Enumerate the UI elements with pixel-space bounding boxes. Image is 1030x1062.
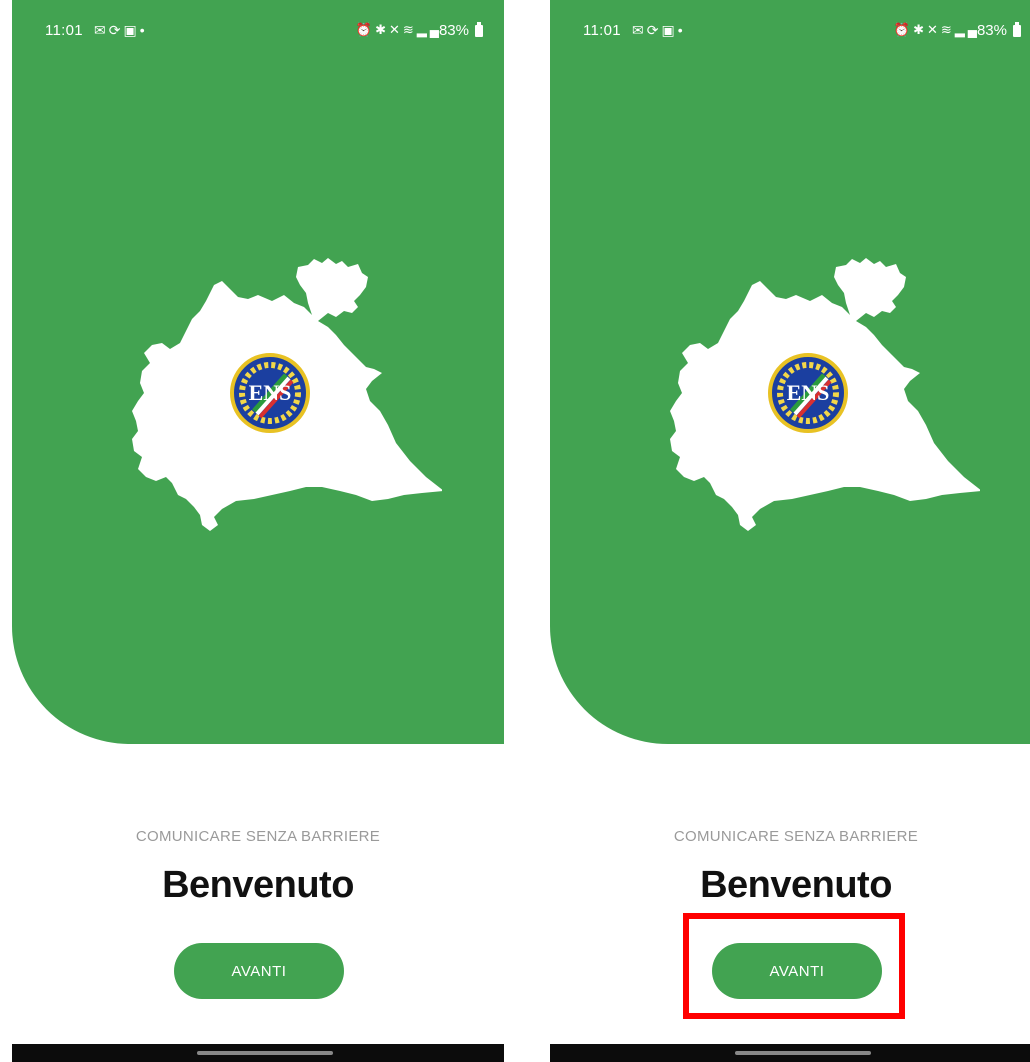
home-gesture-handle[interactable] (735, 1051, 871, 1055)
image-icon: ▣ (123, 22, 140, 38)
hero-banner: 11:01 ✉⟳▣• ⏰✱✕≋▂▄ 83% ENS (12, 0, 504, 744)
system-icons: ⏰✱✕≋▂▄ (894, 22, 980, 38)
avanti-button[interactable]: AVANTI (174, 943, 344, 999)
navigation-bar (12, 1044, 504, 1062)
navigation-bar (550, 1044, 1030, 1062)
battery-icon (1013, 22, 1021, 37)
welcome-subtitle: COMUNICARE SENZA BARRIERE (673, 828, 919, 845)
alarm-icon: ⏰ (355, 22, 376, 37)
mute-icon: ✕ (388, 22, 403, 37)
notification-icons: ✉⟳▣• (632, 22, 686, 39)
image-icon: ▣ (661, 22, 678, 38)
phone-screen-right: 11:01 ✉⟳▣• ⏰✱✕≋▂▄ 83% ENS COMUNICARE SEN… (550, 0, 1030, 1062)
battery-level: 83% (976, 22, 1007, 39)
phone-screen-left: 11:01 ✉⟳▣• ⏰✱✕≋▂▄ 83% ENS COMUNICARE SEN… (12, 0, 504, 1062)
home-gesture-handle[interactable] (197, 1051, 333, 1055)
welcome-title: Benvenuto (162, 864, 354, 906)
lombardy-map-logo: ENS (122, 255, 442, 535)
status-bar: 11:01 ✉⟳▣• ⏰✱✕≋▂▄ 83% (12, 0, 504, 60)
system-icons: ⏰✱✕≋▂▄ (356, 22, 442, 38)
wifi-icon: ≋ (402, 22, 417, 37)
lombardy-map-logo: ENS (660, 255, 980, 535)
ens-seal-icon: ENS (768, 353, 848, 433)
status-time: 11:01 (45, 22, 83, 39)
battery-level: 83% (438, 22, 469, 39)
dot-icon: • (677, 22, 686, 38)
mail-icon: ✉ (94, 22, 109, 38)
dot-icon: • (139, 22, 148, 38)
battery-icon (475, 22, 483, 37)
ens-seal-icon: ENS (230, 353, 310, 433)
notification-icons: ✉⟳▣• (94, 22, 148, 39)
welcome-title: Benvenuto (700, 864, 892, 906)
alarm-icon: ⏰ (893, 22, 914, 37)
wifi-icon: ≋ (940, 22, 955, 37)
sync-icon: ⟳ (646, 22, 662, 38)
mail-icon: ✉ (632, 22, 647, 38)
sync-icon: ⟳ (108, 22, 124, 38)
status-bar: 11:01 ✉⟳▣• ⏰✱✕≋▂▄ 83% (550, 0, 1030, 60)
hero-banner: 11:01 ✉⟳▣• ⏰✱✕≋▂▄ 83% ENS (550, 0, 1030, 744)
mute-icon: ✕ (926, 22, 941, 37)
seal-text: ENS (787, 380, 830, 405)
bluetooth-icon: ✱ (375, 22, 389, 37)
welcome-subtitle: COMUNICARE SENZA BARRIERE (135, 828, 381, 845)
avanti-button-highlight (683, 913, 905, 1019)
status-time: 11:01 (583, 22, 621, 39)
bluetooth-icon: ✱ (913, 22, 927, 37)
seal-text: ENS (249, 380, 292, 405)
